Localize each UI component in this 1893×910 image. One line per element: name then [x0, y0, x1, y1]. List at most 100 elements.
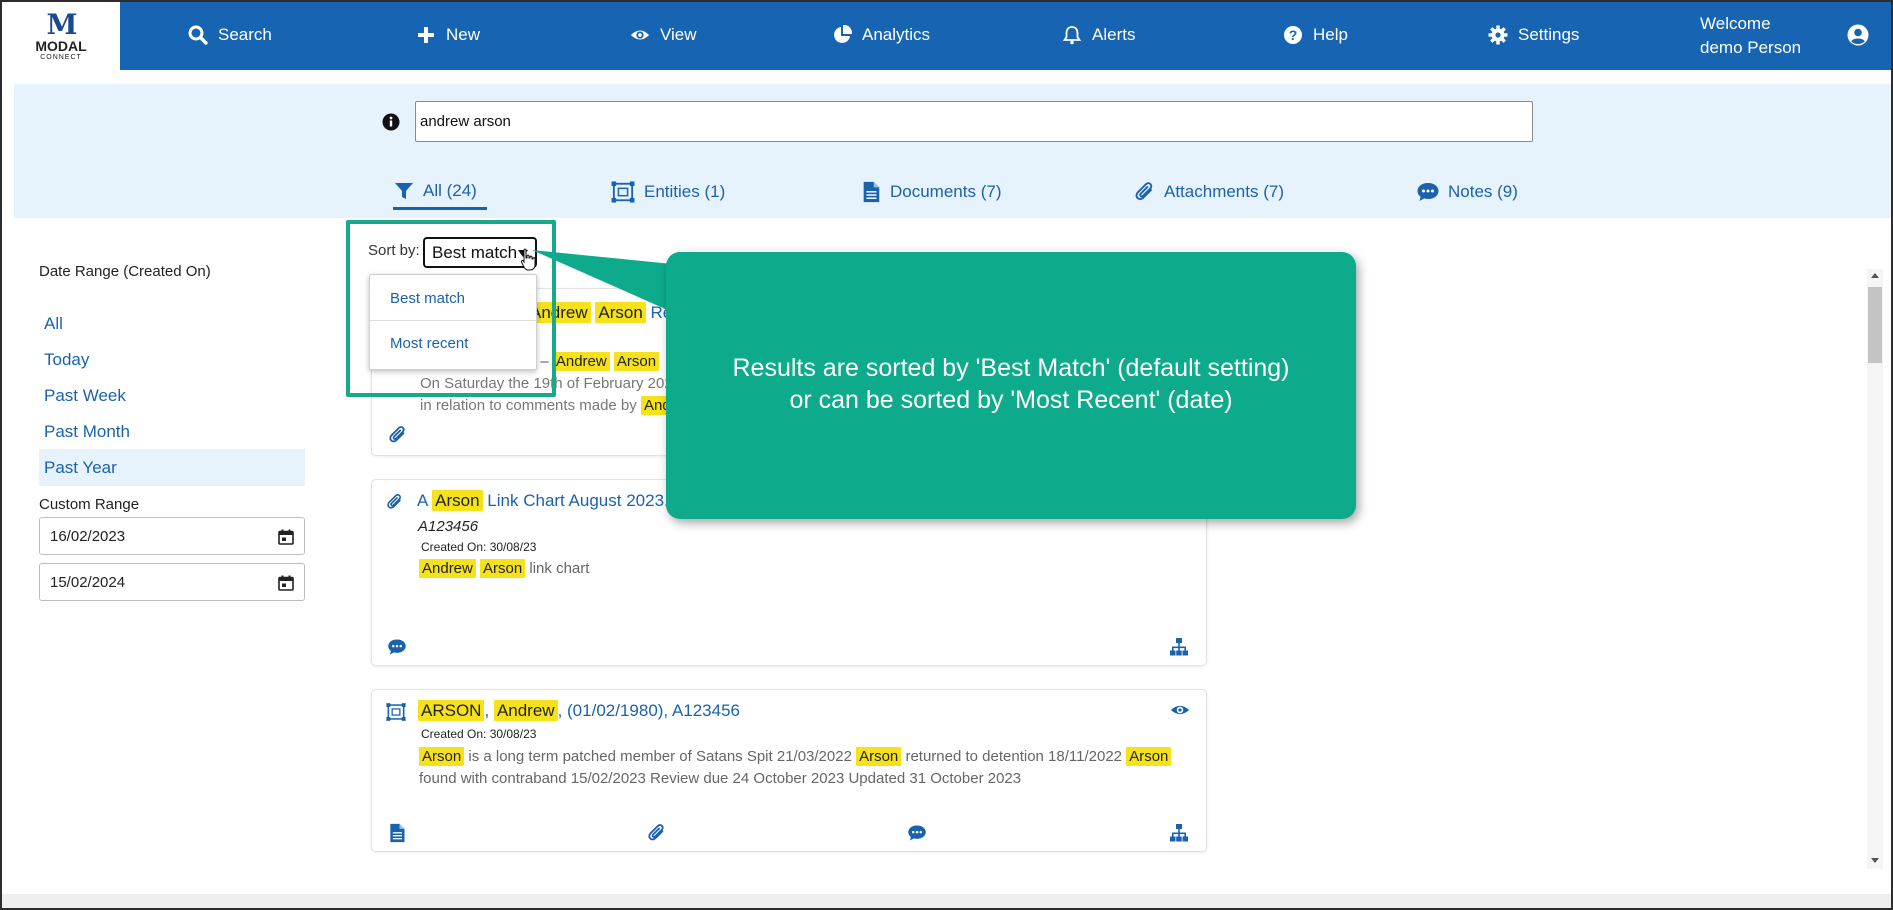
nav-view[interactable]: View — [630, 2, 697, 68]
logo-mark: M — [46, 7, 78, 41]
filter-icon — [395, 182, 413, 199]
nav-help[interactable]: ? Help — [1283, 2, 1348, 68]
range-past-month[interactable]: Past Month — [39, 413, 305, 450]
user-name: demo Person — [1700, 38, 1802, 57]
entity-icon — [386, 703, 406, 721]
callout-pointer — [532, 250, 672, 312]
search-icon — [188, 25, 208, 45]
pie-chart-icon — [834, 25, 852, 43]
top-navigation-bar: M MODAL CONNECT Search New View Analytic… — [2, 2, 1891, 70]
tab-documents[interactable]: Documents (7) — [860, 174, 1001, 210]
modal-connect-logo[interactable]: M MODAL CONNECT — [2, 2, 120, 70]
range-past-week[interactable]: Past Week — [39, 377, 305, 414]
welcome-text: Welcome demo Person — [1700, 12, 1801, 60]
comment-icon — [1417, 183, 1439, 201]
result-title[interactable]: A Arson Link Chart August 2023.p — [417, 490, 678, 511]
paperclip-icon[interactable] — [647, 823, 667, 843]
nav-search[interactable]: Search — [188, 2, 272, 68]
calendar-icon[interactable] — [278, 575, 294, 591]
range-past-year[interactable]: Past Year — [39, 449, 305, 486]
created-on: Created On: 30/08/23 — [421, 727, 537, 741]
nav-settings-label: Settings — [1518, 25, 1580, 44]
date-from-value: 16/02/2023 — [50, 527, 126, 545]
nav-new-label: New — [446, 25, 481, 44]
eye-icon[interactable] — [1170, 700, 1190, 720]
highlight: Andrew — [493, 700, 558, 721]
result-reference: A123456 — [418, 518, 479, 535]
gear-icon — [1488, 25, 1508, 45]
date-to-field[interactable]: 15/02/2024 — [39, 563, 305, 601]
scrollbar-thumb[interactable] — [1868, 287, 1882, 363]
sitemap-icon[interactable] — [1169, 823, 1189, 843]
result-title-text: , — [484, 701, 490, 720]
result-title-text: , (01/02/1980), A123456 — [557, 701, 741, 720]
paperclip-icon — [387, 493, 401, 509]
search-input[interactable] — [415, 101, 1533, 142]
range-today[interactable]: Today — [39, 341, 305, 378]
user-circle-icon[interactable] — [1847, 24, 1869, 46]
welcome-label: Welcome — [1700, 14, 1771, 33]
question-circle-icon: ? — [1284, 26, 1302, 44]
result-snippet: Andrew Arson link chart — [419, 558, 1179, 580]
custom-range-label: Custom Range — [39, 496, 140, 513]
created-on: Created On: 30/08/23 — [421, 540, 537, 554]
highlight: Andrew — [552, 352, 610, 371]
callout-line: or can be sorted by 'Most Recent' (date) — [789, 386, 1233, 414]
footer-band — [2, 894, 1891, 908]
snippet-text: returned to detention 18/11/2022 — [905, 748, 1123, 765]
nav-help-label: Help — [1313, 25, 1348, 44]
tab-notes[interactable]: Notes (9) — [1416, 174, 1518, 210]
highlight: Arson — [856, 747, 902, 766]
eye-icon — [630, 30, 650, 40]
highlight: Arson — [432, 490, 483, 511]
tab-attachments-label: Attachments (7) — [1164, 182, 1284, 201]
bell-icon — [1062, 26, 1082, 45]
scroll-up-arrow-icon[interactable] — [1869, 270, 1881, 282]
tutorial-callout-text: Results are sorted by 'Best Match' (defa… — [666, 352, 1356, 416]
comment-icon[interactable] — [907, 823, 927, 843]
tutorial-highlight-box — [346, 220, 556, 397]
scroll-down-arrow-icon[interactable] — [1869, 854, 1881, 866]
snippet-text: in relation to comments made by — [420, 397, 637, 414]
nav-analytics-label: Analytics — [862, 25, 931, 44]
date-from-field[interactable]: 16/02/2023 — [39, 517, 305, 555]
nav-view-label: View — [660, 25, 697, 44]
tab-notes-label: Notes (9) — [1448, 182, 1518, 201]
result-title[interactable]: ARSON, Andrew, (01/02/1980), A123456 — [418, 700, 741, 721]
highlight: Arson — [419, 747, 465, 766]
date-range-title: Date Range (Created On) — [39, 263, 211, 280]
result-title-text: A — [417, 491, 428, 510]
logo-text: MODAL — [35, 37, 87, 54]
document-icon[interactable] — [387, 823, 407, 843]
tab-entities[interactable]: Entities (1) — [610, 174, 725, 210]
result-card[interactable]: ARSON, Andrew, (01/02/1980), A123456 Cre… — [371, 689, 1207, 852]
paperclip-icon[interactable] — [388, 425, 408, 445]
nav-analytics[interactable]: Analytics — [832, 2, 930, 68]
svg-text:?: ? — [1289, 27, 1298, 43]
tab-documents-label: Documents (7) — [890, 182, 1002, 201]
tab-attachments[interactable]: Attachments (7) — [1134, 174, 1284, 210]
tab-all[interactable]: All (24) — [393, 174, 487, 210]
tab-entities-label: Entities (1) — [644, 182, 726, 201]
nav-settings[interactable]: Settings — [1488, 2, 1579, 68]
comment-icon[interactable] — [387, 637, 407, 657]
highlight: Arson — [1126, 747, 1172, 766]
callout-line: Results are sorted by 'Best Match' (defa… — [732, 354, 1290, 382]
paperclip-icon — [1135, 182, 1153, 201]
snippet-text: link chart — [529, 560, 590, 577]
calendar-icon[interactable] — [278, 529, 294, 545]
info-icon[interactable] — [382, 113, 400, 131]
nav-search-label: Search — [218, 25, 272, 44]
logo-subtext: CONNECT — [40, 53, 82, 61]
document-icon — [863, 181, 880, 203]
highlight: ARSON — [418, 700, 485, 721]
snippet-text: found with contraband 15/02/2023 Review … — [419, 770, 1022, 787]
nav-alerts[interactable]: Alerts — [1062, 2, 1135, 68]
hand-pointer-icon — [520, 248, 536, 271]
date-to-value: 15/02/2024 — [50, 573, 126, 591]
nav-new[interactable]: New — [416, 2, 480, 68]
plus-icon — [418, 27, 434, 43]
nav-alerts-label: Alerts — [1092, 25, 1136, 44]
sitemap-icon[interactable] — [1169, 637, 1189, 657]
range-all[interactable]: All — [39, 305, 305, 342]
